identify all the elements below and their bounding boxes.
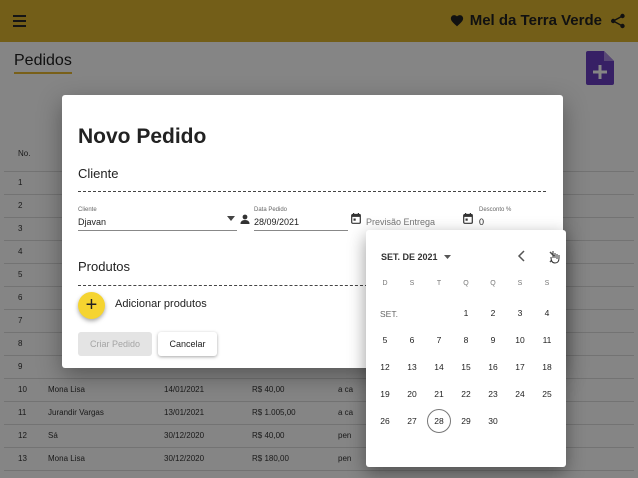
weekday-label: D [382,280,388,287]
calendar-day[interactable]: 27 [400,409,424,433]
calendar-day[interactable]: 23 [481,382,505,406]
desconto-label: Desconto % [479,207,512,213]
calendar-day[interactable]: 2 [481,301,505,325]
calendar-day[interactable]: 13 [400,355,424,379]
calendar-day[interactable]: 12 [373,355,397,379]
dropdown-arrow-icon [227,216,235,221]
month-year-selector[interactable]: SET. DE 2021 [381,252,451,262]
divider [78,285,368,286]
month-year-label: SET. DE 2021 [381,252,438,262]
weekday-label: S [544,280,550,287]
calendar-icon[interactable] [351,213,361,224]
weekday-label: S [517,280,523,287]
cliente-label: Cliente [78,207,97,213]
cancel-button[interactable]: Cancelar [158,332,217,356]
chevron-left-icon[interactable] [515,248,529,264]
calendar-day[interactable]: 9 [481,328,505,352]
calendar-day[interactable]: 6 [400,328,424,352]
section-produtos: Produtos [78,259,131,274]
calendar-day[interactable]: 30 [481,409,505,433]
weekday-label: Q [490,280,496,287]
create-order-button[interactable]: Criar Pedido [78,332,152,356]
calendar-day[interactable]: 19 [373,382,397,406]
calendar-day[interactable]: 1 [454,301,478,325]
calendar-day[interactable]: 11 [535,328,559,352]
calendar-day[interactable]: 29 [454,409,478,433]
dropdown-arrow-icon [443,255,451,259]
chevron-right-icon[interactable] [544,248,562,266]
calendar-day[interactable]: 26 [373,409,397,433]
data-pedido-underline [254,230,348,231]
person-icon [240,214,250,224]
plus-icon: + [85,294,98,316]
calendar-day[interactable]: 28 [427,409,451,433]
cliente-underline [78,230,237,231]
calendar-icon[interactable] [463,213,473,224]
data-pedido-value: 28/09/2021 [254,217,300,227]
cliente-value: Djavan [78,217,107,227]
weekday-label: T [436,280,442,287]
date-picker: SET. DE 2021 DSTQQSS SET. 1 2 3 4 5 6 7 8 9 10 11 1… [366,230,566,467]
weekday-label: Q [463,280,469,287]
calendar-day[interactable]: 16 [481,355,505,379]
month-abbrev-label: SET. [380,309,398,319]
calendar-day[interactable]: 8 [454,328,478,352]
calendar-day[interactable]: 4 [535,301,559,325]
dialog-title: Novo Pedido [78,125,207,148]
divider [78,191,546,192]
calendar-day[interactable]: 21 [427,382,451,406]
calendar-day[interactable]: 18 [535,355,559,379]
calendar-day[interactable]: 3 [508,301,532,325]
calendar-day[interactable]: 10 [508,328,532,352]
calendar-day[interactable]: 22 [454,382,478,406]
section-cliente: Cliente [78,166,119,181]
weekday-label: S [409,280,415,287]
desconto-value: 0 [479,217,485,227]
add-products-button[interactable]: + [78,292,105,319]
add-products-label[interactable]: Adicionar produtos [115,298,207,310]
calendar-day[interactable]: 14 [427,355,451,379]
previsao-entrega-input[interactable]: Previsão Entrega [366,217,435,227]
calendar-day[interactable]: 7 [427,328,451,352]
calendar-day[interactable]: 25 [535,382,559,406]
calendar-day[interactable]: 5 [373,328,397,352]
data-pedido-label: Data Pedido [254,207,288,213]
calendar-day[interactable]: 15 [454,355,478,379]
calendar-day[interactable]: 24 [508,382,532,406]
calendar-day[interactable]: 20 [400,382,424,406]
calendar-day[interactable]: 17 [508,355,532,379]
